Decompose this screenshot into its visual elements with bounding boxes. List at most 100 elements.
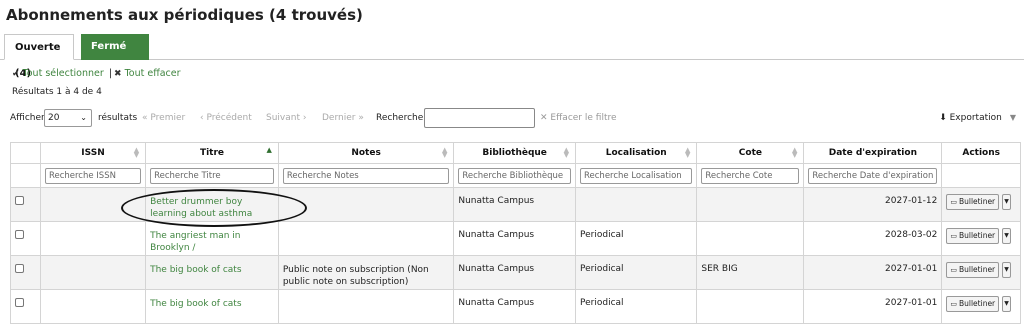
- filter-cell-empty: [10, 163, 41, 188]
- filter-notes-input[interactable]: Recherche Notes: [282, 167, 450, 184]
- cell-location: [574, 187, 698, 222]
- receive-label: Bulletiner: [958, 197, 996, 206]
- caret-down-icon: ▼: [1009, 113, 1016, 122]
- select-all-link[interactable]: Tout sélectionner: [23, 68, 104, 79]
- column-label: Titre: [199, 148, 225, 158]
- sort-ascending-icon: ▲: [266, 146, 272, 154]
- show-label: Afficher: [10, 113, 45, 123]
- title-link[interactable]: The big book of cats: [145, 255, 279, 290]
- cell-expiration: 2027-01-12: [803, 187, 943, 222]
- export-label: Exportation: [949, 113, 1002, 123]
- filter-cell: Recherche Bibliothèque: [453, 163, 576, 188]
- chevron-left-icon: ‹: [200, 113, 204, 123]
- close-icon: ✖: [114, 69, 122, 79]
- cell-callnumber: [696, 221, 805, 256]
- actions-dropdown-toggle[interactable]: ▼: [1002, 296, 1012, 312]
- clear-filter-button[interactable]: ✕ Effacer le filtre: [540, 108, 617, 128]
- filter-callnumber-input[interactable]: Recherche Cote: [701, 167, 800, 184]
- cell-location: Periodical: [574, 255, 698, 290]
- row-checkbox-cell: [10, 221, 41, 256]
- title-link[interactable]: The big book of cats: [145, 289, 279, 324]
- column-header-actions: Actions: [941, 142, 1021, 164]
- filter-cell: Recherche ISSN: [39, 163, 147, 188]
- double-chevron-left-icon: «: [142, 113, 148, 123]
- cell-actions: ▭ Bulletiner ▼: [941, 255, 1021, 290]
- chevron-down-icon: ⌄: [80, 113, 87, 122]
- row-checkbox-cell: [10, 255, 41, 290]
- tab-open[interactable]: Ouverte (4): [4, 34, 74, 79]
- search-input[interactable]: [424, 108, 535, 128]
- subscription-tabs: Ouverte (4) Fermé (0): [0, 34, 1024, 79]
- column-header-select: [10, 142, 41, 164]
- first-page-button[interactable]: « Premier: [142, 108, 185, 128]
- receive-button[interactable]: ▭ Bulletiner: [946, 228, 1000, 244]
- cell-actions: ▭ Bulletiner ▼: [941, 221, 1021, 256]
- cell-notes: [277, 221, 455, 256]
- previous-page-button[interactable]: ‹ Précédent: [200, 108, 252, 128]
- book-icon: ▭: [950, 232, 957, 240]
- cell-expiration: 2028-03-02: [803, 221, 943, 256]
- tab-closed[interactable]: Fermé (0): [81, 34, 149, 78]
- cell-location: Periodical: [574, 221, 698, 256]
- filter-expiration-input[interactable]: Recherche Date d'expiration: [808, 167, 938, 184]
- filter-cell: Recherche Cote: [696, 163, 805, 188]
- cell-issn: [39, 255, 147, 290]
- column-label: Localisation: [605, 148, 667, 158]
- last-label: Dernier: [322, 113, 356, 123]
- column-header-expiration[interactable]: Date d'expiration: [803, 142, 943, 164]
- header-row: ISSN ▲ ▼ Titre ▲ Notes ▲ ▼ Bibliothèque ▲ ▼ Loc…: [10, 142, 1021, 164]
- cell-expiration: 2027-01-01: [803, 289, 943, 324]
- page-size-select[interactable]: 20 ⌄: [44, 109, 92, 127]
- column-header-issn[interactable]: ISSN ▲ ▼: [39, 142, 147, 164]
- filter-issn-input[interactable]: Recherche ISSN: [44, 167, 142, 184]
- filter-title-input[interactable]: Recherche Titre: [150, 167, 274, 184]
- cell-issn: [39, 289, 147, 324]
- export-button[interactable]: ⬇ Exportation ▼: [939, 108, 1016, 128]
- filter-library-input[interactable]: Recherche Bibliothèque: [458, 167, 571, 184]
- filter-cell-empty: [941, 163, 1021, 188]
- download-icon: ⬇: [939, 113, 947, 123]
- results-summary: Résultats 1 à 4 de 4: [12, 87, 102, 97]
- actions-dropdown-toggle[interactable]: ▼: [1002, 228, 1012, 244]
- table-row: The angriest man in Brooklyn / Nunatta C…: [10, 221, 1021, 256]
- sort-icon: ▲ ▼: [441, 146, 448, 159]
- last-page-button[interactable]: Dernier »: [322, 108, 364, 128]
- actions-dropdown-toggle[interactable]: ▼: [1002, 194, 1012, 210]
- receive-button[interactable]: ▭ Bulletiner: [946, 262, 1000, 278]
- receive-button[interactable]: ▭ Bulletiner: [946, 194, 1000, 210]
- filter-cell: Recherche Notes: [277, 163, 455, 188]
- filter-cell: Recherche Titre: [145, 163, 279, 188]
- table-toolbar: Afficher 20 ⌄ résultats « Premier ‹ Préc…: [10, 108, 1020, 128]
- row-checkbox-cell: [10, 289, 41, 324]
- row-checkbox[interactable]: [15, 264, 24, 273]
- cell-library: Nunatta Campus: [453, 221, 576, 256]
- row-checkbox[interactable]: [15, 230, 24, 239]
- column-label: Cote: [738, 148, 762, 158]
- book-icon: ▭: [950, 198, 957, 206]
- row-checkbox[interactable]: [15, 298, 24, 307]
- actions-dropdown-toggle[interactable]: ▼: [1002, 262, 1012, 278]
- cell-notes: [277, 289, 455, 324]
- close-icon: ✕: [540, 113, 548, 123]
- table-row: The big book of cats Nunatta Campus Peri…: [10, 289, 1021, 324]
- check-icon: ✔: [12, 69, 20, 79]
- row-checkbox[interactable]: [15, 196, 24, 205]
- column-header-callnumber[interactable]: Cote ▲ ▼: [696, 142, 805, 164]
- column-label: ISSN: [81, 148, 105, 158]
- column-header-notes[interactable]: Notes ▲ ▼: [277, 142, 455, 164]
- cell-callnumber: [696, 187, 805, 222]
- page-title: Abonnements aux périodiques (4 trouvés): [6, 6, 363, 24]
- sort-icon: ▲ ▼: [685, 146, 691, 159]
- column-header-title[interactable]: Titre ▲: [145, 142, 279, 164]
- double-chevron-right-icon: »: [358, 113, 364, 123]
- cell-expiration: 2027-01-01: [803, 255, 943, 290]
- separator: |: [108, 68, 113, 79]
- column-header-location[interactable]: Localisation ▲ ▼: [574, 142, 698, 164]
- receive-button[interactable]: ▭ Bulletiner: [946, 296, 1000, 312]
- filter-location-input[interactable]: Recherche Localisation: [580, 167, 693, 184]
- clear-all-link[interactable]: Tout effacer: [125, 68, 181, 79]
- filter-cell: Recherche Date d'expiration: [803, 163, 943, 188]
- column-header-library[interactable]: Bibliothèque ▲ ▼: [453, 142, 576, 164]
- next-page-button[interactable]: Suivant ›: [266, 108, 306, 128]
- receive-label: Bulletiner: [958, 299, 996, 308]
